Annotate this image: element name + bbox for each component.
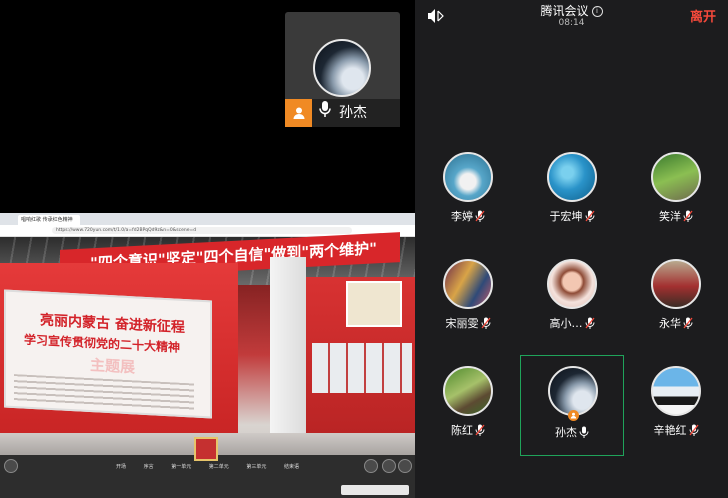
participant-tile[interactable]: 陈红 bbox=[416, 366, 520, 466]
scene-menu-item[interactable]: 第二单元 bbox=[209, 463, 229, 470]
participant-avatar bbox=[443, 366, 493, 416]
participant-avatar bbox=[547, 152, 597, 202]
exhibit-board: 亮丽内蒙古 奋进新征程 学习宣传贯彻党的二十大精神 主题展 bbox=[4, 289, 212, 419]
host-badge-icon bbox=[568, 410, 579, 421]
mic-icon bbox=[318, 100, 332, 122]
mic-on-icon bbox=[579, 426, 589, 438]
participant-name: 孙杰 bbox=[555, 426, 577, 439]
meeting-title: 腾讯会议 i bbox=[415, 2, 728, 19]
mic-muted-icon bbox=[683, 210, 693, 222]
speaker-avatar bbox=[313, 39, 371, 97]
shared-screen-pane: 孙杰 唱响红歌 传承红色精神 https://www.720yun.com/t/… bbox=[0, 0, 415, 498]
shared-browser-window[interactable]: 唱响红歌 传承红色精神 https://www.720yun.com/t/1.0… bbox=[0, 213, 415, 498]
host-icon bbox=[285, 99, 312, 127]
exhibit-panels bbox=[312, 343, 412, 393]
mic-muted-icon bbox=[475, 424, 485, 436]
scene-menu-item[interactable]: 序言 bbox=[144, 463, 154, 470]
participant-avatar bbox=[548, 366, 598, 416]
mic-muted-icon bbox=[683, 317, 693, 329]
active-speaker-tile[interactable]: 孙杰 bbox=[285, 12, 400, 127]
mic-muted-icon bbox=[584, 210, 595, 222]
info-icon[interactable]: i bbox=[591, 6, 603, 17]
mic-muted-icon bbox=[475, 210, 485, 222]
participant-name: 高小… bbox=[549, 317, 583, 330]
meeting-panel: 腾讯会议 i 08:14 离开 李婷 于宏坤 笑洋 宋丽雯 高小… 永华 陈红 孙… bbox=[415, 0, 728, 498]
mic-muted-icon bbox=[480, 317, 491, 329]
participant-name: 宋丽雯 bbox=[445, 317, 479, 330]
meeting-header: 腾讯会议 i 08:14 离开 bbox=[415, 0, 728, 33]
share-button[interactable] bbox=[382, 459, 396, 473]
participant-tile[interactable]: 笑洋 bbox=[624, 152, 728, 252]
participant-tile[interactable]: 永华 bbox=[624, 259, 728, 359]
side-exhibit-wall bbox=[306, 277, 415, 437]
scene-thumbnail[interactable] bbox=[194, 437, 218, 461]
participant-avatar bbox=[443, 259, 493, 309]
participant-tile[interactable]: 宋丽雯 bbox=[416, 259, 520, 359]
participant-avatar bbox=[651, 152, 701, 202]
participant-tile[interactable]: 辛艳红 bbox=[624, 366, 728, 466]
scene-bottom-nav: 开场 序言 第一单元 第二单元 第三单元 结束语 bbox=[0, 437, 415, 498]
participant-name: 陈红 bbox=[451, 424, 473, 437]
scene-menu-item[interactable]: 第一单元 bbox=[171, 463, 191, 470]
participant-avatar bbox=[651, 366, 701, 416]
participant-name: 于宏坤 bbox=[549, 210, 583, 223]
fullscreen-button[interactable] bbox=[398, 459, 412, 473]
info-button[interactable] bbox=[364, 459, 378, 473]
participant-name: 李婷 bbox=[451, 210, 473, 223]
participant-name: 笑洋 bbox=[659, 210, 681, 223]
exhibit-picture[interactable] bbox=[346, 281, 402, 327]
scene-menu-item[interactable]: 开场 bbox=[116, 463, 126, 470]
scene-menu: 开场 序言 第一单元 第二单元 第三单元 结束语 bbox=[0, 463, 415, 470]
mic-muted-icon bbox=[688, 424, 699, 436]
participant-name: 永华 bbox=[659, 317, 681, 330]
participant-avatar bbox=[443, 152, 493, 202]
participant-tile[interactable]: 高小… bbox=[520, 259, 624, 359]
participant-avatar bbox=[547, 259, 597, 309]
meeting-duration: 08:14 bbox=[558, 18, 585, 28]
white-pillar bbox=[270, 257, 306, 447]
logo-button[interactable] bbox=[4, 459, 18, 473]
browser-tabbar: 唱响红歌 传承红色精神 bbox=[0, 213, 415, 225]
scene-menu-item[interactable]: 结束语 bbox=[284, 463, 299, 470]
scene-toolbar[interactable] bbox=[341, 485, 409, 495]
mic-muted-icon bbox=[584, 317, 595, 329]
participant-tile[interactable]: 李婷 bbox=[416, 152, 520, 252]
speaker-name: 孙杰 bbox=[339, 105, 367, 121]
leave-button[interactable]: 离开 bbox=[690, 6, 716, 25]
participant-tile-active[interactable]: 孙杰 bbox=[520, 355, 624, 456]
participant-tile[interactable]: 于宏坤 bbox=[520, 152, 624, 252]
panorama-scene[interactable]: "四个意识"坚定"四个自信"做到"两个维护" 亮丽内蒙古 奋进新征程 学习宣传贯… bbox=[0, 232, 415, 498]
participant-name: 辛艳红 bbox=[653, 424, 687, 437]
participant-avatar bbox=[651, 259, 701, 309]
board-text-lines bbox=[14, 374, 194, 412]
board-title-3: 主题展 bbox=[90, 356, 136, 377]
address-bar[interactable]: https://www.720yun.com/t/1.0/a=fd2BPqQd9… bbox=[52, 227, 352, 234]
scene-menu-item[interactable]: 第三单元 bbox=[246, 463, 266, 470]
browser-tab[interactable]: 唱响红歌 传承红色精神 bbox=[18, 215, 80, 225]
